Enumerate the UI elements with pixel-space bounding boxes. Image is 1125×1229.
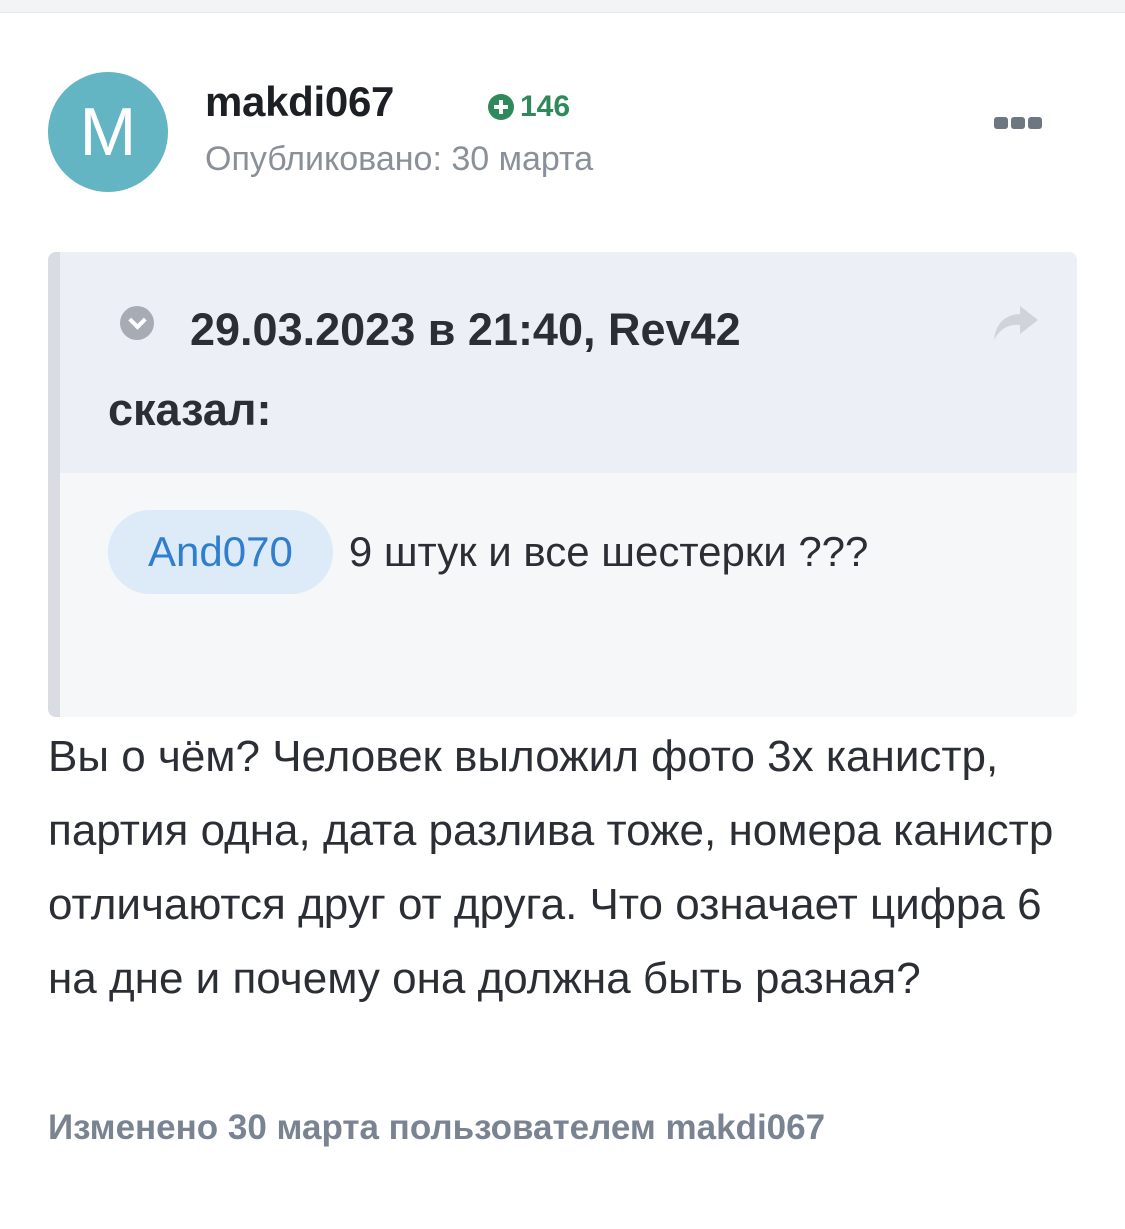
- quote-citation[interactable]: 29.03.2023 в 21:40, Rev42 сказал:: [108, 290, 828, 450]
- user-mention[interactable]: And070: [108, 510, 333, 594]
- more-dots-icon: [1011, 117, 1025, 129]
- edited-note: Изменено 30 марта пользователем makdi067: [48, 1108, 826, 1147]
- reputation-badge[interactable]: 146: [488, 90, 570, 124]
- share-arrow-icon[interactable]: [990, 302, 1042, 346]
- quote-text: 9 штук и все шестерки ???: [348, 528, 869, 575]
- quote-header: 29.03.2023 в 21:40, Rev42 сказал:: [60, 252, 1077, 473]
- reputation-count: 146: [520, 90, 571, 123]
- quote-block: 29.03.2023 в 21:40, Rev42 сказал: And070…: [48, 252, 1077, 717]
- avatar[interactable]: M: [48, 72, 168, 192]
- more-dots-icon: [1028, 117, 1042, 129]
- post-text: Вы о чём? Человек выложил фото 3х канист…: [48, 732, 1054, 1003]
- plus-circle-icon: [488, 94, 514, 120]
- quote-bar: [48, 252, 60, 717]
- quote-body: And070 9 штук и все шестерки ???: [108, 510, 868, 594]
- username-link[interactable]: makdi067: [205, 78, 394, 126]
- more-options-button[interactable]: [990, 110, 1046, 136]
- more-dots-icon: [994, 117, 1008, 129]
- published-date: Опубликовано: 30 марта: [205, 140, 594, 178]
- top-divider: [0, 0, 1125, 13]
